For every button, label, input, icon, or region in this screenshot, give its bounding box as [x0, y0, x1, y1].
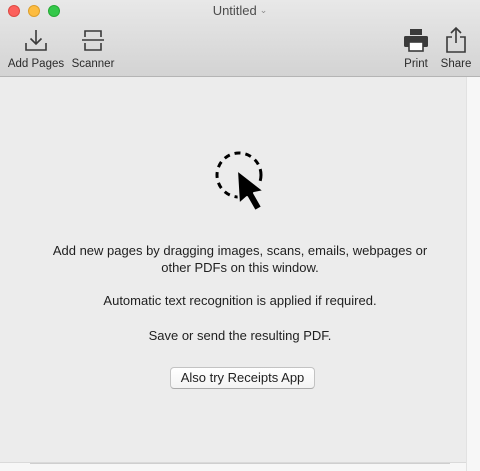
scanner-button[interactable]: Scanner: [70, 26, 116, 70]
app-window: Untitled ⌄ Add Pages Scanner Print Share…: [0, 0, 480, 471]
try-receipts-app-button[interactable]: Also try Receipts App: [170, 367, 315, 389]
toolbar: Untitled ⌄ Add Pages Scanner Print Share: [0, 0, 480, 77]
chevron-down-icon: ⌄: [259, 5, 268, 15]
share-icon: [446, 26, 466, 53]
window-title[interactable]: Untitled ⌄: [0, 3, 480, 18]
add-pages-button[interactable]: Add Pages: [6, 26, 66, 70]
bottom-edge: [0, 462, 466, 471]
share-label: Share: [440, 58, 472, 70]
print-label: Print: [404, 58, 428, 70]
share-button[interactable]: Share: [437, 26, 475, 70]
instruction-line-1: Add new pages by dragging images, scans,…: [52, 243, 428, 258]
instruction-text: Add new pages by dragging images, scans,…: [0, 242, 480, 276]
save-note: Save or send the resulting PDF.: [148, 328, 332, 343]
add-pages-label: Add Pages: [7, 58, 65, 70]
ocr-note: Automatic text recognition is applied if…: [103, 293, 377, 308]
scanner-icon: [82, 30, 104, 51]
download-tray-icon: [25, 30, 47, 51]
vertical-scrollbar[interactable]: [466, 77, 480, 471]
scanner-label: Scanner: [71, 58, 115, 70]
drag-cursor-icon: [215, 151, 265, 212]
print-button[interactable]: Print: [398, 26, 434, 70]
instruction-line-2: other PDFs on this window.: [161, 260, 319, 275]
bottom-divider: [30, 463, 450, 471]
printer-icon: [404, 29, 428, 52]
window-title-text: Untitled: [212, 3, 257, 18]
